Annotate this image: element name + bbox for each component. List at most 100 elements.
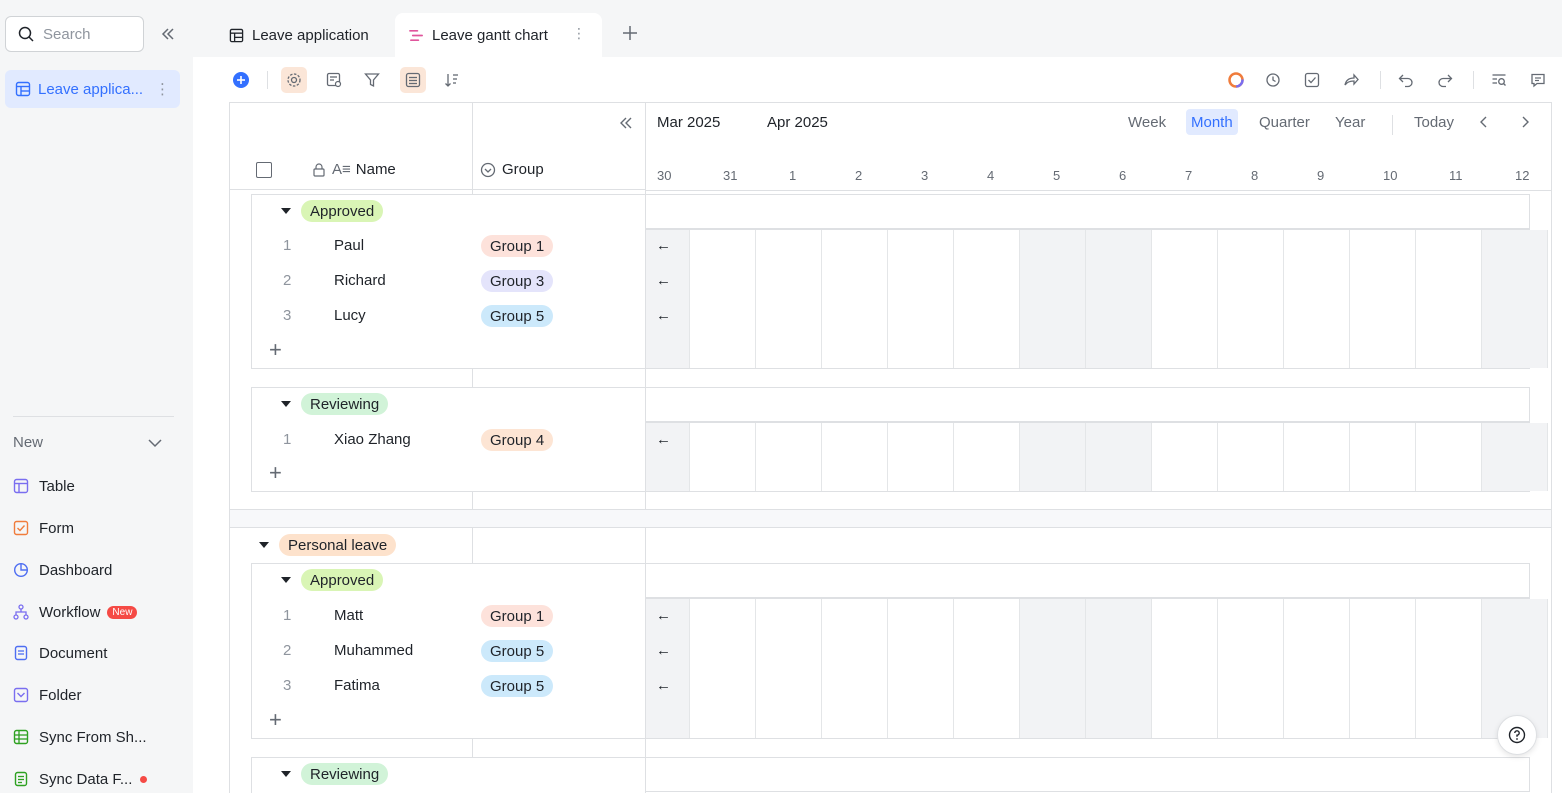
filter-icon[interactable] xyxy=(359,67,385,93)
gantt-day-cell[interactable] xyxy=(1218,230,1284,368)
field-settings-icon[interactable] xyxy=(321,67,347,93)
sidebar-item-folder[interactable]: Folder xyxy=(13,684,82,706)
sidebar-item-dashboard[interactable]: Dashboard xyxy=(13,559,112,581)
help-button[interactable] xyxy=(1497,715,1537,755)
gantt-day-cell[interactable] xyxy=(1020,599,1086,738)
search-input[interactable]: Search xyxy=(5,16,144,52)
arrow-left-icon[interactable]: ← xyxy=(656,642,671,659)
settings-gear-icon[interactable] xyxy=(281,67,307,93)
task-check-icon[interactable] xyxy=(1299,67,1325,93)
gantt-day-cell[interactable] xyxy=(1350,423,1416,491)
collapse-sidebar-icon[interactable] xyxy=(158,24,178,44)
caret-down-icon[interactable] xyxy=(281,577,291,583)
tab-leave-gantt-chart[interactable]: Leave gantt chart ⋮ xyxy=(395,13,602,57)
gantt-day-cell[interactable] xyxy=(888,423,954,491)
gantt-day-cell[interactable] xyxy=(1350,599,1416,738)
column-header-name[interactable]: A≡ Name xyxy=(312,161,396,178)
sidebar-item-sync-from-sheet[interactable]: Sync From Sh... xyxy=(13,726,147,748)
gantt-day-cell[interactable] xyxy=(756,599,822,738)
gantt-day-cell[interactable] xyxy=(690,230,756,368)
chevron-right-icon[interactable] xyxy=(1517,114,1533,135)
status-tag-reviewing: Reviewing xyxy=(301,393,389,415)
arrow-left-icon[interactable]: ← xyxy=(656,272,671,289)
gantt-day-cell[interactable] xyxy=(1152,599,1218,738)
gantt-day-cell[interactable] xyxy=(1482,423,1548,491)
arrow-left-icon[interactable]: ← xyxy=(656,307,671,324)
scale-week[interactable]: Week xyxy=(1123,109,1171,135)
day-label: 12 xyxy=(1515,168,1530,183)
tab-more-icon[interactable]: ⋮ xyxy=(572,25,586,42)
sidebar-item-document[interactable]: Document xyxy=(13,642,107,664)
caret-down-icon[interactable] xyxy=(281,208,291,214)
caret-down-icon[interactable] xyxy=(259,542,269,548)
chevron-left-icon[interactable] xyxy=(1476,114,1492,135)
arrow-left-icon[interactable]: ← xyxy=(656,237,671,254)
more-options-icon[interactable]: ⋮ xyxy=(155,80,170,98)
arrow-left-icon[interactable]: ← xyxy=(656,677,671,694)
gantt-day-cell[interactable] xyxy=(1350,230,1416,368)
sort-icon[interactable] xyxy=(439,67,465,93)
comment-icon[interactable] xyxy=(1525,67,1551,93)
gantt-day-cell[interactable] xyxy=(1086,423,1152,491)
gantt-day-cell[interactable] xyxy=(954,423,1020,491)
scale-month[interactable]: Month xyxy=(1186,109,1238,135)
gantt-day-cell[interactable] xyxy=(1218,599,1284,738)
add-tab-icon[interactable] xyxy=(621,24,639,47)
gantt-day-cell[interactable] xyxy=(954,230,1020,368)
gantt-day-cell[interactable] xyxy=(888,230,954,368)
tab-leave-application[interactable]: Leave application xyxy=(215,13,395,57)
add-row-icon[interactable]: + xyxy=(269,339,282,361)
add-row-icon[interactable]: + xyxy=(269,709,282,731)
arrow-left-icon[interactable]: ← xyxy=(656,607,671,624)
gantt-day-cell[interactable] xyxy=(1020,230,1086,368)
gantt-day-cell[interactable] xyxy=(888,599,954,738)
redo-icon[interactable] xyxy=(1432,67,1458,93)
gantt-day-cell[interactable] xyxy=(756,230,822,368)
gantt-day-cell[interactable] xyxy=(1284,230,1350,368)
history-icon[interactable] xyxy=(1260,67,1286,93)
gantt-day-cell[interactable] xyxy=(1416,423,1482,491)
gantt-day-cell[interactable] xyxy=(1152,230,1218,368)
gantt-day-cell[interactable] xyxy=(1086,599,1152,738)
scale-quarter[interactable]: Quarter xyxy=(1254,109,1315,135)
sidebar-item-leave-application[interactable]: Leave applica... ⋮ xyxy=(5,70,180,108)
new-section-toggle[interactable]: New xyxy=(13,434,163,451)
sidebar-item-table[interactable]: Table xyxy=(13,475,75,497)
sidebar-item-workflow[interactable]: Workflow New xyxy=(13,601,138,623)
row-name: Muhammed xyxy=(334,642,414,659)
gantt-day-cell[interactable] xyxy=(1152,423,1218,491)
column-header-group[interactable]: Group xyxy=(480,161,544,178)
search-records-icon[interactable] xyxy=(1486,67,1512,93)
select-all-checkbox[interactable] xyxy=(256,162,272,178)
caret-down-icon[interactable] xyxy=(281,771,291,777)
gantt-day-cell[interactable] xyxy=(954,599,1020,738)
form-icon xyxy=(13,520,29,536)
sidebar-item-sync-data[interactable]: Sync Data F... xyxy=(13,768,148,790)
gantt-day-cell[interactable] xyxy=(822,423,888,491)
gantt-day-cell[interactable] xyxy=(822,599,888,738)
arrow-left-icon[interactable]: ← xyxy=(656,431,671,448)
gantt-day-cell[interactable] xyxy=(690,423,756,491)
gantt-day-cell[interactable] xyxy=(1218,423,1284,491)
today-button[interactable]: Today xyxy=(1409,109,1459,135)
add-record-icon[interactable] xyxy=(228,67,254,93)
undo-icon[interactable] xyxy=(1393,67,1419,93)
scale-year[interactable]: Year xyxy=(1330,109,1370,135)
share-icon[interactable] xyxy=(1338,67,1364,93)
add-row-icon[interactable]: + xyxy=(269,462,282,484)
gantt-day-cell[interactable] xyxy=(1284,599,1350,738)
group-by-icon[interactable] xyxy=(400,67,426,93)
gantt-day-cell[interactable] xyxy=(822,230,888,368)
ai-assistant-icon[interactable] xyxy=(1223,67,1249,93)
gantt-day-cell[interactable] xyxy=(1284,423,1350,491)
gantt-day-cell[interactable] xyxy=(756,423,822,491)
gantt-day-cell[interactable] xyxy=(1416,230,1482,368)
gantt-day-cell[interactable] xyxy=(1086,230,1152,368)
collapse-table-icon[interactable] xyxy=(618,115,634,136)
gantt-day-cell[interactable] xyxy=(1482,230,1548,368)
caret-down-icon[interactable] xyxy=(281,401,291,407)
sidebar-item-form[interactable]: Form xyxy=(13,517,74,539)
gantt-day-cell[interactable] xyxy=(1020,423,1086,491)
gantt-day-cell[interactable] xyxy=(1416,599,1482,738)
gantt-day-cell[interactable] xyxy=(690,599,756,738)
